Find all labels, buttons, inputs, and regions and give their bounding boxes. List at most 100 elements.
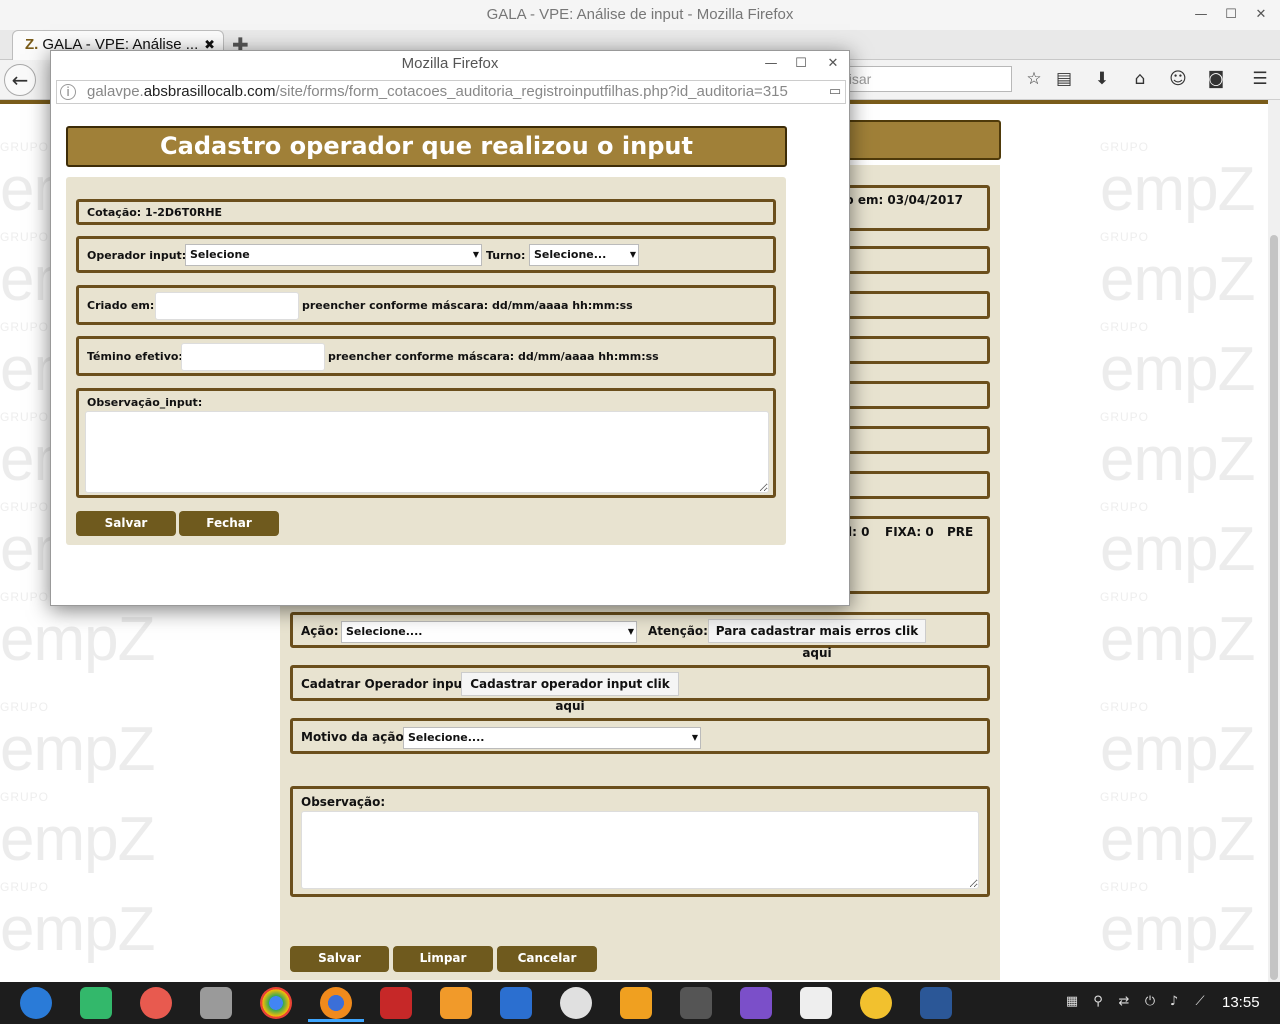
obs-input-label: Observação_input: [87,396,203,409]
chrome-icon[interactable] [260,987,292,1019]
turno-select[interactable]: Selecione... ▼ [529,244,639,266]
obs-input-textarea[interactable] [85,411,769,493]
watermark: GRUPOempZ [0,790,155,874]
cad-operador-row: Cadatrar Operador input: Cadastrar opera… [290,665,990,713]
watermark: GRUPOempZ [1100,320,1255,404]
motivo-label: Motivo da ação: [301,730,409,744]
watermark: GRUPOempZ [0,700,155,784]
usb-icon[interactable]: ⚲ [1090,994,1106,1010]
register-operator-button[interactable]: Cadastrar operador input clik aqui [461,672,679,713]
motivo-row: Motivo da ação: Selecione.... ▼ [290,718,990,754]
criado-hint: preencher conforme máscara: dd/mm/aaaa h… [302,299,633,312]
termino-input[interactable] [181,343,325,371]
pocket-icon[interactable]: ◙ [1202,66,1230,92]
cotacao-box: Cotação: 1-2D6T0RHE [76,199,776,225]
main-clear-button[interactable]: Limpar [393,946,493,972]
active-app-indicator [308,1019,364,1022]
observacao-label: Observação: [301,795,386,809]
observacao-textarea[interactable] [301,811,979,889]
settings-icon[interactable] [560,987,592,1019]
popup-header: Cadastro operador que realizou o input c… [66,126,787,197]
add-errors-button[interactable]: Para cadastrar mais erros clik aqui [708,619,926,660]
watermark: GRUPOempZ [1100,410,1255,494]
bookmark-star-icon[interactable]: ☆ [1020,66,1048,92]
close-icon[interactable]: ✕ [1250,4,1272,26]
wifi-icon[interactable]: ⟋ [1192,994,1208,1010]
chat-icon[interactable] [860,987,892,1019]
outlook-icon[interactable] [620,987,652,1019]
obs-input-box: Observação_input: [76,388,776,498]
watermark: GRUPOempZ [1100,700,1255,784]
maximize-icon[interactable]: ☐ [1220,4,1242,26]
watermark: GRUPOempZ [1100,500,1255,584]
minimize-icon[interactable]: — [1190,4,1212,26]
volume-icon[interactable]: ♪ [1166,994,1182,1010]
observacao-box: Observação: [290,786,990,897]
download-icon[interactable]: ⬇ [1088,66,1116,92]
firefox-icon[interactable] [320,987,352,1019]
popup-close-icon[interactable]: ✕ [822,53,844,75]
archive-icon[interactable] [200,987,232,1019]
network-icon[interactable]: ▦ [1064,994,1080,1010]
sublime-icon[interactable] [680,987,712,1019]
video-player-icon[interactable] [500,987,532,1019]
site-logo-icon: Z. [25,36,39,53]
popup-minimize-icon[interactable]: — [760,53,782,75]
teamviewer-icon[interactable]: ⇄ [1116,994,1132,1010]
count-pre: PRE [947,525,974,539]
count-partial: l: 0 [848,525,870,539]
acao-select[interactable]: Selecione.... ▼ [341,621,637,643]
power-icon[interactable]: ⏻ [1142,994,1158,1010]
chevron-down-icon: ▼ [691,733,699,742]
chevron-down-icon: ▼ [629,250,637,259]
watermark: GRUPOempZ [1100,790,1255,874]
cotacao-label: Cotação: 1-2D6T0RHE [87,206,223,219]
editor-icon[interactable] [740,987,772,1019]
menu-icon[interactable]: ☰ [1246,66,1274,92]
hello-icon[interactable]: ☺ [1164,66,1192,92]
info-icon[interactable]: i [60,84,76,100]
launcher-icon[interactable] [20,987,52,1019]
atencao-label: Atenção: [648,624,708,638]
popup-save-button[interactable]: Salvar [76,511,176,536]
clock: 13:55 [1222,994,1260,1011]
terminal-icon[interactable] [380,987,412,1019]
watermark: GRUPOempZ [1100,590,1255,674]
word-icon[interactable] [920,987,952,1019]
store-icon[interactable] [440,987,472,1019]
popup-close-button[interactable]: Fechar [179,511,279,536]
acao-label: Ação: [301,624,339,638]
window-title: GALA - VPE: Análise de input - Mozilla F… [0,0,1280,30]
text-editor-icon[interactable] [800,987,832,1019]
popup-url-bar[interactable]: galavpe.absbrasillocalb.com/site/forms/f… [56,80,846,104]
reader-view-icon[interactable]: ▭ [826,84,844,100]
reading-list-icon[interactable]: ▤ [1050,66,1078,92]
back-icon[interactable]: ← [4,64,36,96]
search-input[interactable]: uisar [830,66,1012,92]
main-cancel-button[interactable]: Cancelar [497,946,597,972]
acao-row: Ação: Selecione.... ▼ Atenção: Para cadas… [290,612,990,660]
operador-select[interactable]: Selecione ▼ [185,244,482,266]
termino-row: Témino efetivo: preencher conforme másca… [76,336,776,376]
watermark: GRUPOempZ [0,880,155,964]
operador-row: Operador input: Selecione ▼ Turno: Seleci… [76,236,776,273]
criado-input[interactable] [155,292,299,320]
motivo-select[interactable]: Selecione.... ▼ [403,727,701,749]
watermark: GRUPOempZ [1100,140,1255,224]
cad-operador-label: Cadatrar Operador input: [301,677,473,691]
popup-maximize-icon[interactable]: ☐ [790,53,812,75]
chevron-down-icon: ▼ [472,250,480,259]
scrollbar-thumb[interactable] [1270,235,1278,980]
popup-title: Mozilla Firefox [401,55,499,72]
file-manager-icon[interactable] [80,987,112,1019]
operador-label: Operador input: [87,249,187,262]
home-icon[interactable]: ⌂ [1126,66,1154,92]
termino-label: Témino efetivo: [87,350,183,363]
turno-label: Turno: [486,249,526,262]
watermark: GRUPOempZ [1100,230,1255,314]
screen-recorder-icon[interactable] [140,987,172,1019]
chevron-down-icon: ▼ [627,627,635,636]
main-save-button[interactable]: Salvar [290,946,389,972]
count-fixa: FIXA: 0 [885,525,934,539]
page-header-bar [835,120,1001,160]
